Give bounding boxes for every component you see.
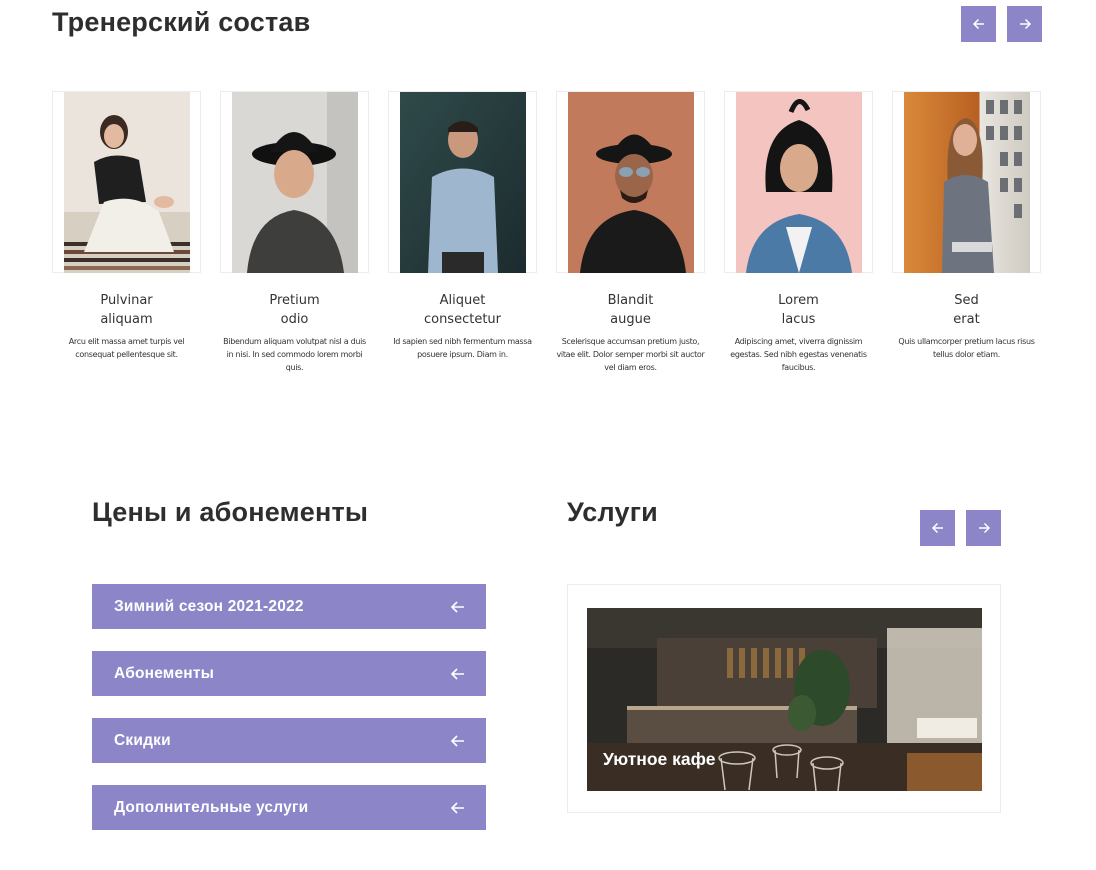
- services-title: Услуги: [567, 497, 658, 527]
- trainer-photo: [64, 92, 190, 273]
- accordion-item-label: Дополнительные услуги: [114, 798, 309, 816]
- arrow-left-icon: [972, 18, 984, 30]
- service-card-title: Уютное кафе: [603, 749, 716, 769]
- trainer-name: Pulvinar aliquam: [52, 291, 201, 329]
- trainer-photo: [568, 92, 694, 273]
- trainer-card[interactable]: Pretium odio Bibendum aliquam volutpat n…: [220, 91, 369, 374]
- services-next-button[interactable]: [966, 510, 1001, 546]
- accordion-item-extra-services[interactable]: Дополнительные услуги: [92, 785, 486, 830]
- trainer-card[interactable]: Blandit augue Scelerisque accumsan preti…: [556, 91, 705, 374]
- accordion-item-label: Зимний сезон 2021-2022: [114, 597, 304, 615]
- accordion-item-discounts[interactable]: Скидки: [92, 718, 486, 763]
- trainer-photo: [400, 92, 526, 273]
- trainer-name: Sed erat: [892, 291, 1041, 329]
- trainer-card[interactable]: Pulvinar aliquam Arcu elit massa amet tu…: [52, 91, 201, 361]
- trainer-photo-frame: [892, 91, 1041, 273]
- trainer-name-line2: aliquam: [100, 312, 153, 327]
- pricing-title: Цены и абонементы: [92, 497, 369, 527]
- trainer-card[interactable]: Lorem lacus Adipiscing amet, viverra dig…: [724, 91, 873, 374]
- trainer-photo: [232, 92, 358, 273]
- trainer-name: Blandit augue: [556, 291, 705, 329]
- services-prev-button[interactable]: [920, 510, 955, 546]
- trainer-name-line2: erat: [953, 312, 980, 327]
- trainer-card[interactable]: Sed erat Quis ullamcorper pretium lacus …: [892, 91, 1041, 361]
- trainer-description: Quis ullamcorper pretium lacus risus tel…: [898, 337, 1035, 359]
- accordion-item-memberships[interactable]: Абонементы: [92, 651, 486, 696]
- accordion-item-label: Скидки: [114, 731, 171, 749]
- trainer-photo-frame: [52, 91, 201, 273]
- accordion-item-label: Абонементы: [114, 664, 215, 682]
- trainer-name: Lorem lacus: [724, 291, 873, 329]
- service-card-image: Уютное кафе: [587, 608, 982, 791]
- trainer-name-line1: Pulvinar: [100, 293, 153, 308]
- trainer-name-line1: Lorem: [778, 293, 819, 308]
- trainer-description: Arcu elit massa amet turpis vel consequa…: [68, 337, 185, 359]
- trainer-name-line2: lacus: [781, 312, 816, 327]
- arrow-left-icon: [450, 600, 464, 613]
- trainers-title: Тренерский состав: [52, 7, 311, 37]
- arrow-left-icon: [450, 801, 464, 814]
- trainers-prev-button[interactable]: [961, 6, 996, 42]
- trainer-card[interactable]: Aliquet consectetur Id sapien sed nibh f…: [388, 91, 537, 361]
- trainer-name-line1: Blandit: [607, 293, 654, 308]
- trainer-description: Scelerisque accumsan pretium justo, vita…: [556, 337, 705, 372]
- trainer-photo-frame: [724, 91, 873, 273]
- trainer-description: Adipiscing amet, viverra dignissim egest…: [730, 337, 867, 372]
- trainer-photo: [736, 92, 862, 273]
- arrow-right-icon: [1019, 18, 1031, 30]
- arrow-right-icon: [978, 522, 990, 534]
- trainer-name: Aliquet consectetur: [388, 291, 537, 329]
- trainer-photo-frame: [388, 91, 537, 273]
- arrow-left-icon: [450, 667, 464, 680]
- trainer-description: Bibendum aliquam volutpat nisl a duis in…: [223, 337, 366, 372]
- trainer-name-line2: odio: [280, 312, 309, 327]
- arrow-left-icon: [931, 522, 943, 534]
- trainer-description: Id sapien sed nibh fermentum massa posue…: [393, 337, 532, 359]
- trainer-name-line2: consectetur: [423, 312, 502, 327]
- trainer-photo-frame: [556, 91, 705, 273]
- trainer-name: Pretium odio: [220, 291, 369, 329]
- trainer-name-line1: Sed: [954, 293, 979, 308]
- service-card[interactable]: Уютное кафе: [567, 584, 1001, 813]
- trainer-name-line1: Aliquet: [439, 293, 486, 308]
- accordion-item-winter-season[interactable]: Зимний сезон 2021-2022: [92, 584, 486, 629]
- trainers-next-button[interactable]: [1007, 6, 1042, 42]
- arrow-left-icon: [450, 734, 464, 747]
- trainer-photo: [904, 92, 1030, 273]
- trainer-name-line2: augue: [610, 312, 651, 327]
- trainer-name-line1: Pretium: [269, 293, 320, 308]
- trainer-photo-frame: [220, 91, 369, 273]
